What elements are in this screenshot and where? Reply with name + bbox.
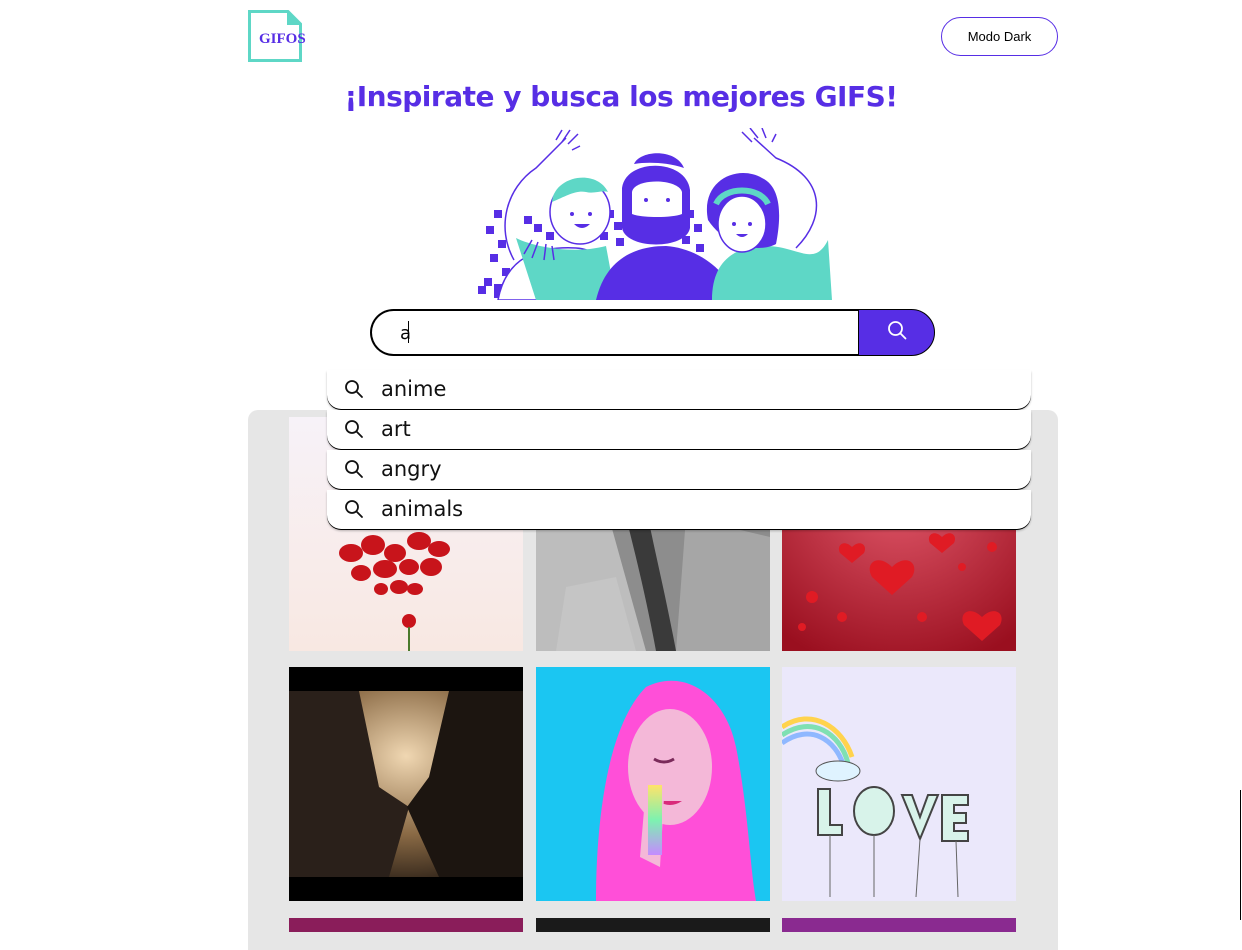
page-headline: ¡Inspirate y busca los mejores GIFS! — [344, 80, 898, 113]
suggestion-item[interactable]: anime — [327, 370, 1031, 409]
suggestion-label: art — [381, 417, 411, 441]
suggestion-item[interactable]: art — [327, 410, 1031, 449]
suggestion-label: anime — [381, 377, 447, 401]
dark-mode-button[interactable]: Modo Dark — [941, 17, 1058, 56]
suggestion-item[interactable]: angry — [327, 450, 1031, 489]
logo-text: GIFOS — [259, 31, 306, 47]
gif-tile[interactable] — [782, 667, 1016, 901]
search-button[interactable] — [858, 309, 935, 356]
gif-tile[interactable] — [289, 667, 523, 901]
search-input[interactable]: a — [370, 309, 858, 356]
scrollbar-edge[interactable] — [1240, 790, 1241, 920]
gif-tile[interactable] — [536, 667, 770, 901]
search-icon — [344, 419, 364, 444]
gif-tile[interactable] — [536, 918, 770, 932]
search-input-value: a — [400, 323, 412, 344]
suggestion-label: animals — [381, 497, 464, 521]
three-people-waving-illustration — [476, 127, 832, 301]
gif-tile[interactable] — [289, 918, 523, 932]
search-icon — [344, 499, 364, 524]
text-caret — [408, 321, 409, 343]
search-icon — [344, 379, 364, 404]
search-icon — [887, 320, 907, 345]
suggestion-item[interactable]: animals — [327, 490, 1031, 529]
gifos-logo[interactable]: GIFOS — [248, 10, 306, 62]
search-icon — [344, 459, 364, 484]
suggestion-label: angry — [381, 457, 442, 481]
gif-tile[interactable] — [782, 918, 1016, 932]
